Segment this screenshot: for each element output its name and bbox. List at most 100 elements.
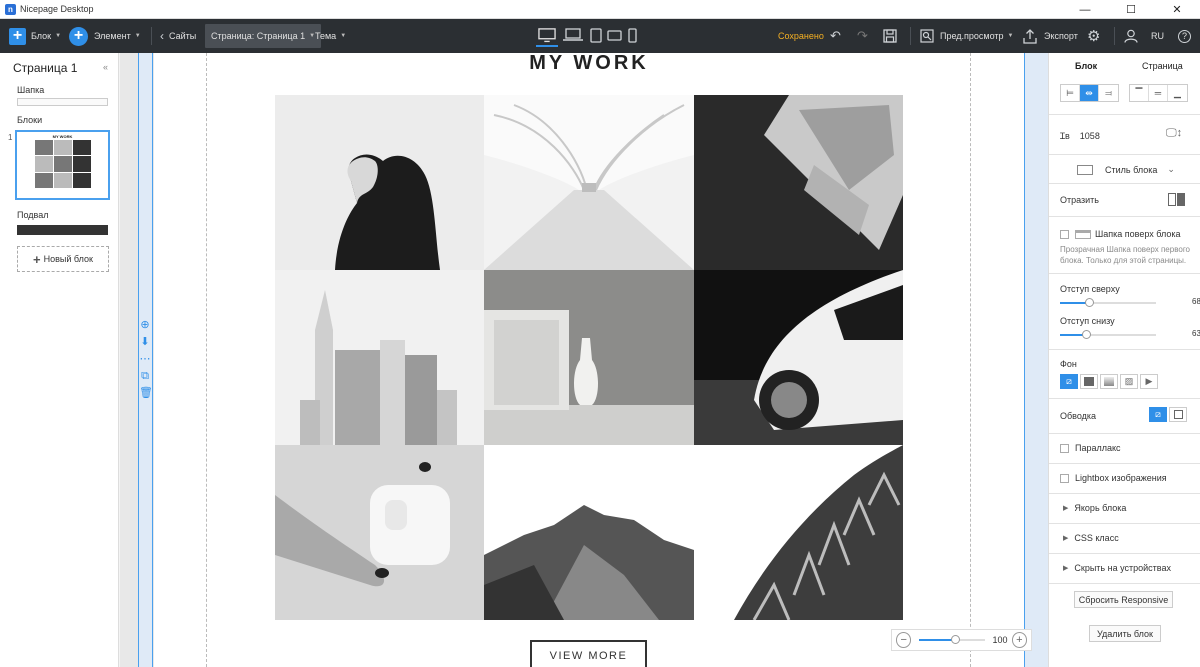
css-class-section[interactable]: ▶ CSS класс xyxy=(1049,523,1200,553)
flip-label: Отразить xyxy=(1060,195,1099,205)
zoom-value: 100 xyxy=(992,635,1008,645)
gallery-image-car[interactable] xyxy=(694,270,903,445)
zoom-in-icon[interactable]: + xyxy=(1011,632,1027,648)
export-button[interactable]: Экспорт xyxy=(1023,19,1078,53)
sites-button[interactable]: ‹ Сайты xyxy=(160,19,196,53)
gallery-image-airpods[interactable] xyxy=(275,445,484,620)
lightbox-checkbox[interactable] xyxy=(1060,473,1069,483)
lightbox-row: Lightbox изображения xyxy=(1060,473,1167,483)
zoom-slider-handle[interactable] xyxy=(951,635,961,644)
toolbar-divider xyxy=(151,27,152,45)
add-element-button[interactable]: + Элемент ▼ xyxy=(69,19,141,53)
bg-none-icon[interactable]: ⧄ xyxy=(1060,374,1078,389)
tab-block[interactable]: Блок xyxy=(1075,61,1097,71)
border-box-icon[interactable] xyxy=(1169,407,1187,422)
sites-label: Сайты xyxy=(169,31,197,41)
save-icon[interactable] xyxy=(883,29,897,43)
footer-thumbnail[interactable] xyxy=(17,225,108,235)
image-gallery[interactable] xyxy=(275,95,903,620)
align-top-icon[interactable]: ▔ xyxy=(1130,85,1149,101)
bg-image-icon[interactable]: ▨ xyxy=(1120,374,1138,389)
gallery-image-laptop[interactable] xyxy=(694,95,903,270)
redo-icon[interactable]: ↷ xyxy=(857,19,868,53)
padding-top-slider[interactable] xyxy=(1060,298,1156,307)
tablet-view-icon[interactable] xyxy=(590,28,602,43)
zoom-out-icon[interactable]: − xyxy=(896,632,912,648)
anchor-section[interactable]: ▶ Якорь блока xyxy=(1049,493,1200,523)
zoom-slider[interactable] xyxy=(919,635,985,644)
bg-gradient-icon[interactable] xyxy=(1100,374,1118,389)
css-class-row: ▶ CSS класс xyxy=(1060,533,1119,543)
bg-color-icon[interactable] xyxy=(1080,374,1098,389)
move-down-icon[interactable]: ⬇ xyxy=(139,336,151,348)
padding-top-handle[interactable] xyxy=(1084,298,1094,307)
bg-video-icon[interactable]: ▶ xyxy=(1140,374,1158,389)
css-class-label: CSS класс xyxy=(1074,533,1119,543)
align-left-icon[interactable]: ⊨ xyxy=(1061,85,1080,101)
trash-icon[interactable]: 🗑 xyxy=(139,387,153,399)
monitor-resize-icon[interactable]: 🖵↕ xyxy=(1166,127,1182,140)
parallax-row: Параллакс xyxy=(1060,443,1121,453)
duplicate-icon[interactable]: ⧉ xyxy=(139,370,151,382)
border-options: ⧄ xyxy=(1149,407,1189,422)
minimize-button[interactable]: — xyxy=(1062,0,1108,19)
plus-icon: + xyxy=(9,27,26,45)
hide-devices-section[interactable]: ▶ Скрыть на устройствах xyxy=(1049,553,1200,583)
page-canvas[interactable]: MY WORK VIEW MORE xyxy=(154,53,1024,667)
gallery-image-corridor[interactable] xyxy=(484,95,694,270)
parallax-checkbox[interactable] xyxy=(1060,443,1069,453)
add-block-icon[interactable]: ⊕ xyxy=(139,319,151,331)
align-center-icon[interactable]: ⇹ xyxy=(1080,85,1099,101)
close-button[interactable]: ✕ xyxy=(1154,0,1200,19)
gallery-image-vase[interactable] xyxy=(484,270,694,445)
header-thumbnail[interactable] xyxy=(17,98,108,106)
tab-page[interactable]: Страница xyxy=(1142,61,1183,71)
saved-status: Сохранено xyxy=(778,31,824,41)
gallery-image-skyscrapers[interactable] xyxy=(275,270,484,445)
page-select-dropdown[interactable]: Страница: Страница 1 ▼ xyxy=(205,24,322,48)
delete-block-button[interactable]: Удалить блок xyxy=(1089,625,1161,642)
view-more-button[interactable]: VIEW MORE xyxy=(530,640,647,667)
gear-icon[interactable]: ⚙ xyxy=(1087,19,1100,53)
padding-bottom-slider[interactable] xyxy=(1060,330,1156,339)
block-style-label: Стиль блока xyxy=(1105,164,1158,175)
width-field[interactable]: Ɪв 1058 xyxy=(1060,129,1100,142)
flip-icon[interactable] xyxy=(1168,193,1186,206)
language-selector[interactable]: RU xyxy=(1151,19,1164,53)
desktop-view-icon[interactable] xyxy=(536,28,558,47)
block-style-section[interactable]: Стиль блока ⌄ xyxy=(1049,154,1200,183)
block-thumbnail-gallery xyxy=(35,140,91,188)
gallery-image-woman[interactable] xyxy=(275,95,484,270)
hide-devices-label: Скрыть на устройствах xyxy=(1074,563,1171,573)
header-over-label: Шапка поверх блока xyxy=(1095,229,1181,239)
parallax-label: Параллакс xyxy=(1075,443,1121,453)
collapse-panel-icon[interactable]: « xyxy=(103,62,108,72)
phone-view-icon[interactable] xyxy=(628,28,637,43)
reset-responsive-button[interactable]: Сбросить Responsive xyxy=(1074,591,1173,608)
laptop-view-icon[interactable] xyxy=(563,28,583,42)
gallery-image-architecture[interactable] xyxy=(694,445,903,620)
align-bottom-icon[interactable]: ▁ xyxy=(1168,85,1187,101)
preview-button[interactable]: Пред.просмотр ▼ xyxy=(920,19,1014,53)
theme-dropdown[interactable]: Тема ▼ xyxy=(315,19,346,53)
align-middle-icon[interactable]: ═ xyxy=(1149,85,1168,101)
maximize-button[interactable]: ☐ xyxy=(1108,0,1154,19)
header-over-checkbox[interactable]: Шапка поверх блока xyxy=(1060,229,1181,239)
undo-icon[interactable]: ↶ xyxy=(830,19,841,53)
user-icon[interactable] xyxy=(1124,29,1138,43)
block-thumbnail[interactable]: MY WORK xyxy=(15,130,110,200)
border-none-icon[interactable]: ⧄ xyxy=(1149,407,1167,422)
add-block-button[interactable]: + Блок ▼ xyxy=(9,19,61,53)
parallax-section[interactable]: Параллакс xyxy=(1049,433,1200,463)
new-block-button[interactable]: + Новый блок xyxy=(17,246,109,272)
padding-bottom-handle[interactable] xyxy=(1081,330,1091,339)
section-title[interactable]: MY WORK xyxy=(154,53,1024,73)
more-icon[interactable]: ⋯ xyxy=(139,353,151,365)
align-right-icon[interactable]: ⫤ xyxy=(1099,85,1118,101)
tablet-landscape-view-icon[interactable] xyxy=(607,30,622,41)
lightbox-section[interactable]: Lightbox изображения xyxy=(1049,463,1200,493)
help-icon[interactable]: ? xyxy=(1178,19,1191,53)
gallery-image-mountains[interactable] xyxy=(484,445,694,620)
vertical-align-group: ▔ ═ ▁ xyxy=(1129,84,1188,102)
checkbox[interactable] xyxy=(1060,229,1069,239)
